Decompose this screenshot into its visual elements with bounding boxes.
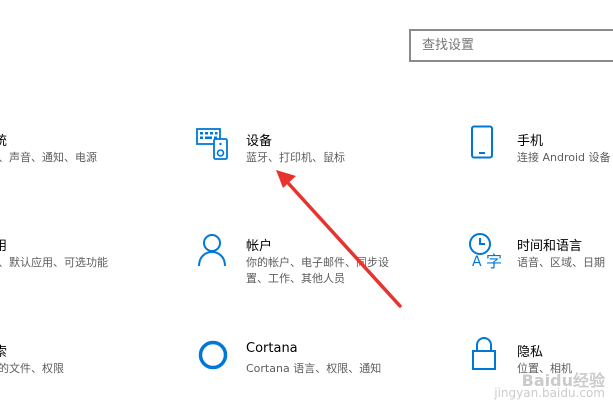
search-box[interactable]	[409, 29, 613, 62]
tile-privacy-title: 隐私	[517, 345, 544, 360]
tile-search-title: 索	[0, 345, 8, 360]
tile-system-desc: 、声音、通知、电源	[0, 151, 97, 164]
tile-phone-title: 手机	[517, 134, 544, 149]
tile-search-desc: 的文件、权限	[0, 362, 64, 375]
tile-devices-title: 设备	[246, 134, 273, 149]
search-input[interactable]	[411, 31, 613, 60]
tile-devices[interactable]: 设备 蓝牙、打印机、鼠标	[190, 125, 410, 175]
tile-accounts[interactable]: 帐户 你的帐户、电子邮件、同步设 置、工作、其他人员	[190, 230, 410, 290]
phone-icon	[471, 125, 493, 159]
tile-phone-desc: 连接 Android 设备	[517, 151, 611, 164]
tile-system-title: 统	[0, 134, 8, 149]
tile-system[interactable]: 统 、声音、通知、电源	[0, 125, 170, 175]
time-language-icon: A 字	[469, 233, 502, 270]
tile-apps-desc: 、默认应用、可选功能	[0, 256, 108, 269]
tile-time-language[interactable]: A 字 时间和语言 语音、区域、日期	[460, 230, 613, 280]
tile-cortana-desc: Cortana 语言、权限、通知	[246, 362, 382, 375]
svg-text:A: A	[472, 254, 482, 270]
svg-text:字: 字	[486, 252, 502, 270]
person-icon	[198, 234, 226, 267]
tile-cortana-title: Cortana	[246, 341, 298, 356]
tile-time-language-desc: 语音、区域、日期	[517, 256, 605, 269]
tile-privacy[interactable]: 隐私 位置、相机	[460, 336, 613, 386]
tile-devices-desc: 蓝牙、打印机、鼠标	[246, 151, 345, 164]
tile-privacy-desc: 位置、相机	[517, 362, 572, 375]
cortana-icon	[198, 340, 228, 370]
watermark-url: jingyan.baidu.com	[494, 386, 605, 400]
tile-accounts-desc-line2: 置、工作、其他人员	[246, 272, 345, 285]
lock-icon	[472, 337, 496, 370]
tile-time-language-title: 时间和语言	[517, 239, 583, 254]
devices-icon	[196, 128, 228, 160]
tile-apps-title: 用	[0, 239, 8, 254]
tile-cortana[interactable]: Cortana Cortana 语言、权限、通知	[190, 336, 410, 386]
tile-accounts-title: 帐户	[246, 239, 273, 254]
tile-search[interactable]: 索 的文件、权限	[0, 336, 170, 386]
tile-phone[interactable]: 手机 连接 Android 设备	[460, 125, 613, 175]
tile-accounts-desc-line1: 你的帐户、电子邮件、同步设	[246, 256, 389, 269]
tile-apps[interactable]: 用 、默认应用、可选功能	[0, 230, 170, 280]
